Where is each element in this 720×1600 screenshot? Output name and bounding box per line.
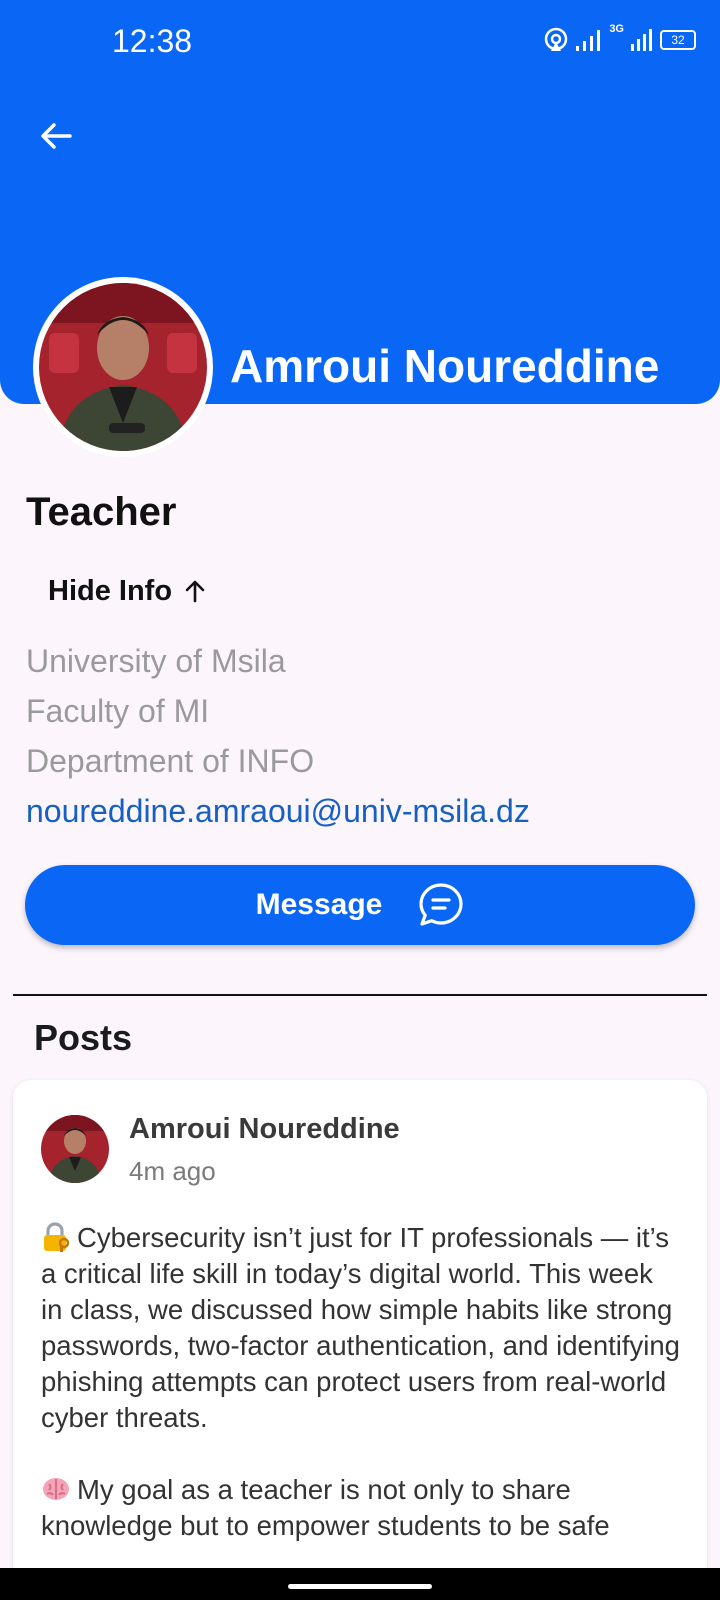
- post-paragraph-2-text: My goal as a teacher is not only to shar…: [41, 1474, 610, 1541]
- signal-icon: [576, 30, 601, 51]
- battery-icon: 32: [660, 30, 696, 50]
- hotspot-icon: [545, 27, 568, 51]
- post-author-avatar[interactable]: [41, 1115, 109, 1183]
- post-body: Cybersecurity isn’t just for IT professi…: [41, 1220, 681, 1580]
- network-type: 3G: [609, 23, 624, 35]
- profile-name: Amroui Noureddine: [230, 340, 660, 392]
- post-timestamp: 4m ago: [129, 1156, 216, 1186]
- status-icons: 3G 32: [543, 22, 696, 58]
- info-department: Department of INFO: [26, 743, 315, 779]
- info-email-link[interactable]: noureddine.amraoui@univ-msila.dz: [26, 790, 530, 832]
- hide-info-toggle[interactable]: Hide Info: [48, 572, 206, 610]
- post-paragraph: Cybersecurity isn’t just for IT professi…: [41, 1220, 681, 1436]
- back-button[interactable]: [28, 108, 84, 164]
- posts-section-title: Posts: [34, 1017, 133, 1058]
- hide-info-label: Hide Info: [48, 575, 173, 607]
- profile-avatar[interactable]: [33, 277, 213, 457]
- post-paragraph-1-text: Cybersecurity isn’t just for IT professi…: [41, 1222, 680, 1433]
- post-author-name[interactable]: Amroui Noureddine: [129, 1110, 400, 1148]
- signal-icon-secondary: [631, 29, 652, 51]
- post-card[interactable]: Amroui Noureddine 4m ago Cybersecurity i…: [13, 1080, 707, 1600]
- status-time: 12:38: [112, 23, 193, 59]
- avatar-photo: [39, 283, 207, 451]
- chat-bubble-icon: [419, 883, 463, 926]
- info-university: University of Msila: [26, 643, 286, 679]
- arrow-left-icon: [41, 123, 72, 149]
- profile-role: Teacher: [26, 490, 177, 534]
- avatar-photo-small: [41, 1115, 109, 1183]
- post-paragraph: My goal as a teacher is not only to shar…: [41, 1472, 681, 1544]
- info-faculty: Faculty of MI: [26, 693, 210, 729]
- message-button-label: Message: [255, 888, 383, 921]
- message-button[interactable]: Message: [25, 865, 695, 945]
- lock-key-emoji: [44, 1222, 70, 1252]
- arrow-up-icon: [185, 580, 205, 603]
- home-indicator[interactable]: [288, 1584, 432, 1589]
- brain-emoji: [43, 1478, 69, 1500]
- section-divider: [13, 994, 707, 996]
- profile-screen: 12:38 3G 32 Amroui Noureddine Teacher Hi…: [0, 0, 720, 1600]
